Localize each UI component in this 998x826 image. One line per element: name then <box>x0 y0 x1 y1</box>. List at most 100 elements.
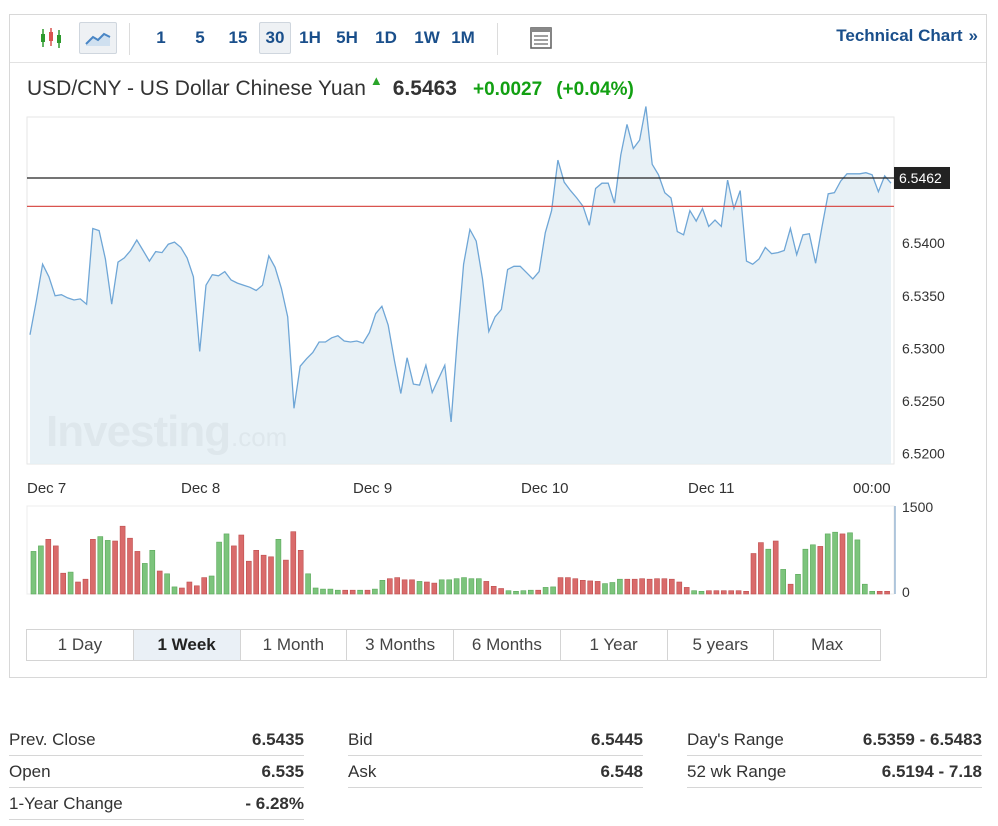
volume-bar <box>171 586 178 595</box>
stat-value: 6.535 <box>261 761 304 781</box>
table-view-icon[interactable] <box>524 22 558 54</box>
volume-bar <box>780 569 787 595</box>
volume-bar <box>483 581 490 595</box>
time-axis-tick: Dec 7 <box>27 480 66 497</box>
volume-bar <box>201 577 207 595</box>
volume-bar <box>765 548 772 595</box>
stats-column-2: Bid 6.5445 Ask 6.548 <box>348 724 643 788</box>
volume-bar <box>735 590 742 595</box>
volume-bar <box>490 585 497 595</box>
range-tab-max[interactable]: Max <box>774 630 880 660</box>
volume-bar <box>683 587 690 595</box>
stat-label: Open <box>9 761 51 781</box>
technical-chart-label[interactable]: Technical Chart <box>836 26 962 45</box>
volume-bar <box>706 590 712 595</box>
interval-button-1w[interactable]: 1W <box>411 22 443 54</box>
range-tab-3-months[interactable]: 3 Months <box>347 630 454 660</box>
volume-bar <box>52 545 59 595</box>
time-axis-tick: Dec 11 <box>688 480 734 497</box>
time-axis-tick: 00:00 <box>853 480 891 497</box>
volume-bar <box>624 578 631 595</box>
range-tab-1-month[interactable]: 1 Month <box>241 630 348 660</box>
stat-label: Day's Range <box>687 729 784 749</box>
volume-bar <box>372 588 378 595</box>
time-axis-tick: Dec 10 <box>521 480 569 497</box>
time-axis-tick: Dec 8 <box>181 480 220 497</box>
range-tab-1-week[interactable]: 1 Week <box>133 630 241 660</box>
volume-bar <box>416 581 423 595</box>
volume-bar <box>802 548 809 595</box>
volume-bar <box>594 581 601 595</box>
interval-button-1d[interactable]: 1D <box>372 22 400 54</box>
volume-bar <box>260 554 267 595</box>
volume-bar <box>654 578 660 595</box>
volume-bar <box>75 581 81 595</box>
volume-bar <box>342 589 349 595</box>
volume-bar <box>104 540 111 595</box>
volume-bar <box>550 586 556 595</box>
volume-bar <box>713 590 720 595</box>
price-axis-tick: 6.5250 <box>902 393 945 409</box>
volume-bar <box>787 583 794 595</box>
volume-bar <box>379 579 386 595</box>
stat-row: Prev. Close 6.5435 <box>9 724 304 756</box>
interval-button-5h[interactable]: 5H <box>333 22 361 54</box>
volume-bar <box>839 533 846 595</box>
volume-bar <box>297 549 304 595</box>
range-tabs: 1 Day 1 Week 1 Month 3 Months 6 Months 1 Year… <box>26 629 881 661</box>
price-chart[interactable]: Investing.com6.52006.52506.53006.53506.5… <box>10 63 986 623</box>
chart-toolbar: 1 5 15 30 1H 5H 1D 1W 1M Technical Chart» <box>10 15 986 63</box>
volume-bar <box>854 539 861 595</box>
volume-bar <box>431 582 438 595</box>
volume-bar <box>194 585 200 595</box>
volume-bar <box>60 572 67 595</box>
volume-bar <box>334 589 341 595</box>
volume-bar <box>438 579 445 595</box>
volume-bar <box>646 578 653 595</box>
interval-button-30[interactable]: 30 <box>259 22 291 54</box>
volume-bar <box>90 538 96 595</box>
volume-bar <box>750 553 757 595</box>
volume-bar <box>208 575 215 595</box>
interval-button-15[interactable]: 15 <box>224 22 252 54</box>
volume-bar <box>112 540 118 595</box>
stat-label: Bid <box>348 729 373 749</box>
volume-bar <box>579 579 586 595</box>
volume-bar <box>357 589 363 595</box>
volume-bar <box>97 536 104 595</box>
volume-bar <box>498 588 504 595</box>
stat-row: 1-Year Change - 6.28% <box>9 788 304 820</box>
volume-bar <box>676 581 683 595</box>
volume-bar <box>743 590 749 595</box>
volume-bar <box>542 587 549 595</box>
stat-value: 6.548 <box>600 761 643 781</box>
volume-bar <box>527 589 534 595</box>
volume-bar <box>602 583 608 595</box>
volume-bar <box>409 579 415 595</box>
volume-bar <box>164 573 170 595</box>
volume-bar <box>795 573 801 595</box>
volume-bar <box>82 578 89 595</box>
price-axis-tick: 6.5400 <box>902 235 945 251</box>
stat-label: Ask <box>348 761 377 781</box>
range-tab-1-year[interactable]: 1 Year <box>561 630 668 660</box>
range-tab-5-years[interactable]: 5 years <box>668 630 775 660</box>
stat-label: 52 wk Range <box>687 761 787 781</box>
volume-bar <box>312 587 319 595</box>
interval-button-1m[interactable]: 1M <box>447 22 479 54</box>
stat-row: Open 6.535 <box>9 756 304 788</box>
interval-button-1[interactable]: 1 <box>151 22 171 54</box>
volume-bar <box>364 589 371 595</box>
volume-bar <box>275 538 282 595</box>
interval-button-5[interactable]: 5 <box>190 22 210 54</box>
range-tab-1-day[interactable]: 1 Day <box>27 630 134 660</box>
interval-button-1h[interactable]: 1H <box>296 22 324 54</box>
volume-bar <box>290 531 297 595</box>
range-tab-6-months[interactable]: 6 Months <box>454 630 561 660</box>
technical-chart-link[interactable]: Technical Chart » <box>836 26 978 46</box>
area-chart-icon[interactable] <box>79 22 117 54</box>
candlestick-icon[interactable] <box>34 22 68 54</box>
chart-widget: 1 5 15 30 1H 5H 1D 1W 1M Technical Chart» USD/CN… <box>9 14 987 678</box>
volume-bar <box>810 544 816 595</box>
stat-row: Day's Range 6.5359 - 6.5483 <box>687 724 982 756</box>
